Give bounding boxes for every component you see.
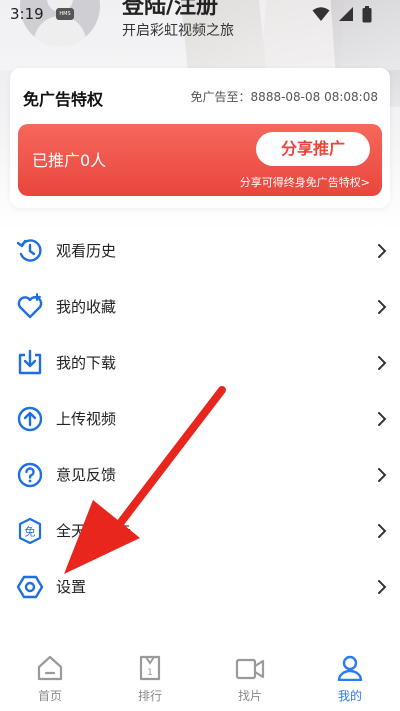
nav-tab-find-video[interactable]: 找片 xyxy=(200,655,300,709)
chevron-right-icon xyxy=(378,580,387,594)
person-icon xyxy=(337,655,363,681)
home-icon xyxy=(37,655,63,681)
menu-item-downloads[interactable]: 我的下载 xyxy=(0,335,400,391)
promoted-count: 已推广0人 xyxy=(32,151,107,170)
nav-label: 首页 xyxy=(37,689,62,703)
menu-item-feedback[interactable]: 意见反馈 xyxy=(0,447,400,503)
heart-icon xyxy=(17,293,43,319)
menu-item-label: 我的下载 xyxy=(56,354,117,372)
menu-item-label: 意见反馈 xyxy=(56,466,117,484)
nav-tab-mine[interactable]: 我的 xyxy=(300,655,400,709)
menu-item-label: 上传视频 xyxy=(56,410,117,428)
menu-item-label: 设置 xyxy=(56,578,87,596)
ad-free-title: 免广告特权 xyxy=(23,90,104,109)
hms-badge-icon: HMS xyxy=(56,8,74,20)
video-camera-icon xyxy=(235,658,265,680)
ad-free-icon: 免 xyxy=(18,517,42,545)
signal-icon xyxy=(339,7,353,21)
share-promote-button[interactable]: 分享推广 xyxy=(256,132,370,166)
menu-item-history[interactable]: 观看历史 xyxy=(0,223,400,279)
nav-tab-home[interactable]: 首页 xyxy=(0,655,100,709)
status-bar: 3:19 HMS xyxy=(0,0,400,28)
upload-icon xyxy=(17,406,43,432)
nav-label: 我的 xyxy=(337,689,362,703)
menu-item-label: 我的收藏 xyxy=(56,298,117,316)
menu-item-favorites[interactable]: 我的收藏 xyxy=(0,279,400,335)
bottom-navigation: 首页 1 排行 找片 我的 xyxy=(0,647,400,711)
wifi-icon xyxy=(312,7,330,21)
promotion-banner: 已推广0人 分享推广 分享可得终身免广告特权> xyxy=(18,124,382,196)
menu-item-label: 全天免广告 xyxy=(56,522,132,540)
battery-icon xyxy=(362,6,372,23)
chevron-right-icon xyxy=(378,244,387,258)
chevron-right-icon xyxy=(378,524,387,538)
svg-text:免: 免 xyxy=(25,525,36,539)
status-time: 3:19 xyxy=(10,5,44,23)
history-icon xyxy=(16,239,42,262)
settings-icon xyxy=(16,575,44,599)
ad-free-card: 免广告特权 免广告至：8888-08-08 08:08:08 已推广0人 分享推… xyxy=(10,68,390,208)
nav-label: 排行 xyxy=(137,689,162,703)
nav-label: 找片 xyxy=(237,689,262,703)
chevron-right-icon xyxy=(378,468,387,482)
chevron-right-icon xyxy=(378,300,387,314)
menu-item-label: 观看历史 xyxy=(56,242,117,260)
download-icon xyxy=(18,349,42,375)
menu-item-ad-free[interactable]: 免 全天免广告 xyxy=(0,503,400,559)
ad-free-expiry: 免广告至：8888-08-08 08:08:08 xyxy=(190,90,378,104)
chevron-right-icon xyxy=(378,412,387,426)
chevron-right-icon xyxy=(378,356,387,370)
menu-item-upload[interactable]: 上传视频 xyxy=(0,391,400,447)
share-hint-link[interactable]: 分享可得终身免广告特权> xyxy=(240,174,370,190)
question-icon xyxy=(17,462,43,488)
ranking-icon: 1 xyxy=(139,655,161,681)
svg-text:1: 1 xyxy=(147,668,153,678)
menu-item-settings[interactable]: 设置 xyxy=(0,559,400,615)
nav-tab-ranking[interactable]: 1 排行 xyxy=(100,655,200,709)
